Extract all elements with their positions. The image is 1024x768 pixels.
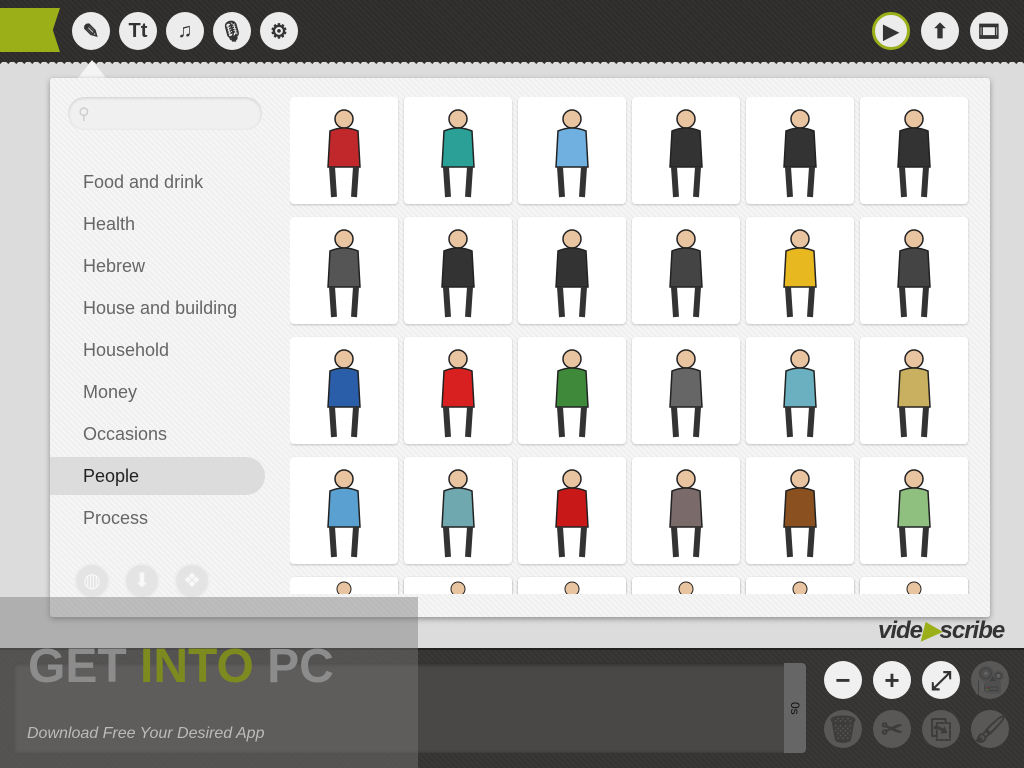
settings-tool-button[interactable]: ⚙ xyxy=(260,12,298,50)
clipart-thumbnail[interactable] xyxy=(518,97,626,204)
category-item[interactable]: Food and drink xyxy=(50,163,265,201)
person-image xyxy=(327,349,361,438)
clipart-thumbnail[interactable] xyxy=(518,577,626,594)
clipart-thumbnail[interactable] xyxy=(290,97,398,204)
clipart-thumbnail[interactable] xyxy=(404,337,512,444)
person-image xyxy=(441,349,475,438)
person-image xyxy=(327,109,361,198)
person-image xyxy=(897,109,931,198)
clipart-thumbnail[interactable] xyxy=(746,337,854,444)
person-image xyxy=(897,349,931,438)
person-image xyxy=(441,469,475,558)
clipart-thumbnail[interactable] xyxy=(746,577,854,594)
clipart-thumbnail[interactable] xyxy=(404,577,512,594)
person-image xyxy=(327,469,361,558)
clipart-thumbnail[interactable] xyxy=(290,337,398,444)
category-item[interactable]: Money xyxy=(50,373,265,411)
clipart-thumbnail[interactable] xyxy=(518,457,626,564)
image-grid[interactable] xyxy=(290,97,980,594)
clipart-thumbnail[interactable] xyxy=(518,337,626,444)
category-item[interactable]: Occasions xyxy=(50,415,265,453)
clipart-thumbnail[interactable] xyxy=(632,337,740,444)
person-image xyxy=(783,229,817,318)
brush-button[interactable]: 🖌 xyxy=(971,710,1009,748)
search-field[interactable]: ⚲ xyxy=(68,97,262,130)
text-tool-button[interactable]: Tt xyxy=(119,12,157,50)
zoom-in-button[interactable]: + xyxy=(873,661,911,699)
person-image xyxy=(669,349,703,438)
zigzag-edge xyxy=(0,60,1024,68)
clipart-thumbnail[interactable] xyxy=(290,577,398,594)
person-image xyxy=(441,109,475,198)
panel-pointer xyxy=(78,60,106,78)
person-image xyxy=(669,469,703,558)
clipart-thumbnail[interactable] xyxy=(632,217,740,324)
pencil-tool-button[interactable]: ✎ xyxy=(72,12,110,50)
globe-icon[interactable]: ◍ xyxy=(74,563,110,599)
copy-button[interactable]: ⎘ xyxy=(922,710,960,748)
category-item[interactable]: Hebrew xyxy=(50,247,265,285)
person-image xyxy=(555,349,589,438)
clipart-thumbnail[interactable] xyxy=(518,217,626,324)
clipart-thumbnail[interactable] xyxy=(404,217,512,324)
search-icon: ⚲ xyxy=(78,106,90,123)
clipart-thumbnail[interactable] xyxy=(290,457,398,564)
category-item[interactable]: Health xyxy=(50,205,265,243)
watermark-subtitle: Download Free Your Desired App xyxy=(27,725,265,742)
music-tool-button[interactable]: ♫ xyxy=(166,12,204,50)
person-image xyxy=(783,109,817,198)
person-image xyxy=(555,109,589,198)
person-image xyxy=(783,349,817,438)
person-image xyxy=(441,229,475,318)
person-image xyxy=(669,229,703,318)
videoscribe-logo: vide▶scribe xyxy=(878,617,1005,644)
camera-button[interactable]: 🎥 xyxy=(971,661,1009,699)
category-item[interactable]: Household xyxy=(50,331,265,369)
clipart-thumbnail[interactable] xyxy=(404,97,512,204)
clipart-thumbnail[interactable] xyxy=(404,457,512,564)
search-input[interactable] xyxy=(68,97,262,130)
clipart-thumbnail[interactable] xyxy=(632,457,740,564)
person-image xyxy=(327,229,361,318)
top-toolbar: ✎ Tt ♫ 🎙 ⚙ ▶ ⬆ 🎞 xyxy=(0,0,1024,62)
scissors-button[interactable]: ✂ xyxy=(873,710,911,748)
play-button[interactable]: ▶ xyxy=(872,12,910,50)
clipart-thumbnail[interactable] xyxy=(632,97,740,204)
trash-button[interactable]: 🗑 xyxy=(824,710,862,748)
zoom-fit-button[interactable]: ⤢ xyxy=(922,661,960,699)
watermark-title: GET INTO PC xyxy=(28,640,334,693)
category-item[interactable]: People xyxy=(50,457,265,495)
person-image xyxy=(669,109,703,198)
microphone-tool-button[interactable]: 🎙 xyxy=(213,12,251,50)
clipart-thumbnail[interactable] xyxy=(746,457,854,564)
upload-button[interactable]: ⬆ xyxy=(921,12,959,50)
clipart-thumbnail[interactable] xyxy=(746,97,854,204)
person-image xyxy=(897,229,931,318)
clipart-thumbnail[interactable] xyxy=(860,337,968,444)
clipart-thumbnail[interactable] xyxy=(860,217,968,324)
download-icon[interactable]: ⬇ xyxy=(124,563,160,599)
clipart-thumbnail[interactable] xyxy=(632,577,740,594)
clipart-thumbnail[interactable] xyxy=(860,97,968,204)
person-image xyxy=(555,229,589,318)
person-image xyxy=(897,469,931,558)
watermark: GET INTO PC Download Free Your Desired A… xyxy=(0,597,418,768)
image-library-panel: ⚲ Food and drink Health Hebrew House and bu… xyxy=(50,78,990,617)
clipart-thumbnail[interactable] xyxy=(746,217,854,324)
category-item[interactable]: Process xyxy=(50,499,265,537)
person-image xyxy=(555,469,589,558)
clipart-thumbnail[interactable] xyxy=(290,217,398,324)
dropbox-icon[interactable]: ❖ xyxy=(174,563,210,599)
clipart-thumbnail[interactable] xyxy=(860,577,968,594)
person-image xyxy=(783,469,817,558)
clipart-thumbnail[interactable] xyxy=(860,457,968,564)
film-button[interactable]: 🎞 xyxy=(970,12,1008,50)
timeline-time: 0s xyxy=(784,663,806,753)
zoom-out-button[interactable]: − xyxy=(824,661,862,699)
menu-flag[interactable] xyxy=(0,8,60,52)
category-item[interactable]: House and building xyxy=(50,289,265,327)
